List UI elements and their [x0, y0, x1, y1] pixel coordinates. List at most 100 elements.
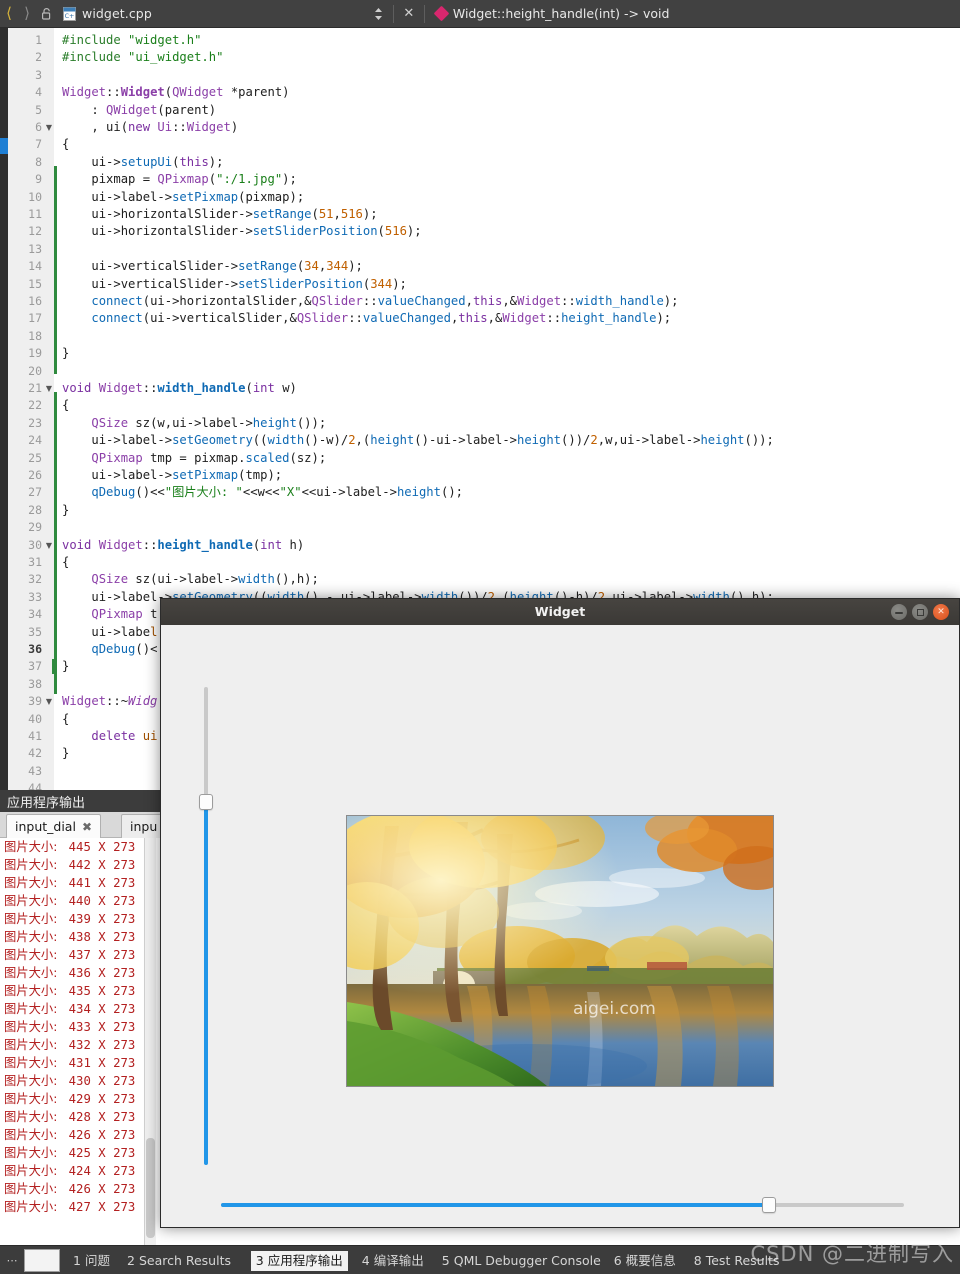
image-watermark: aigei.com: [573, 999, 656, 1019]
output-log-row: 图片大小: 438 X 273: [4, 928, 135, 946]
log-value: 424 X 273: [61, 1164, 136, 1178]
fold-toggle-icon[interactable]: ▼: [44, 537, 54, 554]
log-label: 图片大小:: [4, 1092, 62, 1106]
line-number: 15: [28, 276, 42, 291]
close-icon[interactable]: ✕: [933, 604, 949, 620]
status-item-number: 6: [613, 1253, 626, 1268]
current-symbol-label[interactable]: Widget::height_handle(int) -> void: [453, 6, 670, 21]
code-line: qDebug()<: [91, 642, 158, 656]
output-tab-input-dial[interactable]: input_dial ✖: [6, 814, 102, 838]
line-number: 8: [35, 154, 42, 169]
status-bar-item-概要信息[interactable]: 6 概要信息: [609, 1251, 681, 1271]
status-bar: ⋯ 1 问题 2 Search Results 3 应用程序输出 4 编译输出 5 QM…: [0, 1245, 960, 1274]
log-label: 图片大小:: [4, 1128, 62, 1142]
line-number: 16: [28, 294, 42, 308]
status-bar-item-test-results[interactable]: 8 Test Results: [689, 1251, 785, 1271]
log-label: 图片大小:: [4, 1056, 62, 1070]
output-log-row: 图片大小: 426 X 273: [4, 1126, 135, 1144]
line-number: 32: [28, 572, 42, 587]
horizontal-slider[interactable]: [221, 1197, 904, 1213]
log-value: 426 X 273: [61, 1128, 136, 1142]
widget-title-bar[interactable]: Widget ✕: [161, 599, 959, 626]
log-value: 433 X 273: [61, 1020, 136, 1034]
log-value: 438 X 273: [61, 930, 136, 944]
overflow-menu-icon[interactable]: ⋯: [2, 1250, 22, 1271]
status-bar-item-search-results[interactable]: 2 Search Results: [122, 1251, 236, 1271]
log-value: 429 X 273: [61, 1092, 136, 1106]
output-log-row: 图片大小: 434 X 273: [4, 1000, 135, 1018]
line-number: 23: [28, 415, 42, 430]
line-number: 1: [35, 33, 42, 47]
output-log-row: 图片大小: 441 X 273: [4, 874, 135, 892]
line-number: 44: [28, 781, 42, 790]
log-label: 图片大小:: [4, 966, 62, 980]
horizontal-slider-handle[interactable]: [762, 1197, 776, 1213]
code-line: QPixmap tmp = pixmap.scaled(sz);: [91, 450, 327, 465]
status-item-number: 3: [255, 1253, 268, 1268]
status-item-number: 8: [693, 1253, 706, 1268]
line-number: 27: [28, 485, 42, 500]
back-icon[interactable]: ⟨: [0, 0, 18, 28]
forward-icon[interactable]: ⟩: [18, 0, 36, 28]
fold-toggle-icon[interactable]: ▼: [44, 119, 54, 136]
widget-app-window[interactable]: Widget ✕ aigei.com: [160, 598, 960, 1228]
vertical-slider-handle[interactable]: [199, 794, 213, 810]
close-icon[interactable]: ✖: [82, 820, 92, 834]
status-bar-item-问题[interactable]: 1 问题: [68, 1251, 115, 1271]
line-number: 35: [28, 624, 42, 639]
svg-text:C+: C+: [64, 12, 74, 20]
open-file-name[interactable]: widget.cpp: [82, 6, 152, 21]
minimize-icon[interactable]: [891, 604, 907, 620]
scrollbar-thumb[interactable]: [146, 1138, 155, 1238]
code-line: ui->horizontalSlider->setRange(51,516);: [91, 207, 378, 221]
code-line: {: [62, 555, 70, 569]
status-item-label: 应用程序输出: [267, 1253, 343, 1268]
code-line: Widget::Widget(QWidget *parent): [62, 85, 290, 100]
maximize-icon[interactable]: [912, 604, 928, 620]
line-number: 12: [28, 224, 42, 239]
vertical-slider[interactable]: [199, 687, 213, 1165]
fold-toggle-icon[interactable]: ▼: [44, 693, 54, 710]
status-item-label: 问题: [84, 1253, 110, 1268]
line-number-gutter: 1 2 3 4 5 6 ▼ 7 8 9 10 11 12 13 14 15 16 17 18 19 20 21 ▼ 22 23 2…: [8, 28, 54, 790]
output-log-row: 图片大小: 432 X 273: [4, 1036, 135, 1054]
output-scrollbar[interactable]: [144, 838, 156, 1245]
log-value: 439 X 273: [61, 912, 136, 926]
log-label: 图片大小:: [4, 930, 62, 944]
status-bar-item-应用程序输出[interactable]: 3 应用程序输出: [250, 1251, 348, 1271]
output-log-row: 图片大小: 431 X 273: [4, 1054, 135, 1072]
code-line: ui->label->setGeometry((width()-w)/2,(he…: [91, 433, 774, 448]
log-label: 图片大小:: [4, 894, 62, 908]
log-value: 441 X 273: [61, 876, 136, 890]
status-item-label: Search Results: [138, 1253, 231, 1268]
status-item-label: QML Debugger Console: [453, 1253, 601, 1268]
line-number: 36: [28, 642, 42, 656]
close-icon[interactable]: ✕: [401, 6, 417, 21]
code-line: #include "ui_widget.h": [62, 50, 224, 65]
line-number: 2: [35, 50, 42, 65]
unlocked-icon[interactable]: [36, 0, 58, 28]
log-label: 图片大小:: [4, 1002, 62, 1016]
output-log-row: 图片大小: 440 X 273: [4, 892, 135, 910]
status-bar-item-编译输出[interactable]: 4 编译输出: [357, 1251, 429, 1271]
updown-arrows-icon[interactable]: [372, 0, 386, 28]
code-line: ui->label->setPixmap(tmp);: [91, 468, 283, 482]
code-line: QPixmap t: [91, 607, 158, 622]
code-line: delete ui: [91, 729, 158, 743]
fold-toggle-icon[interactable]: ▼: [44, 380, 54, 397]
text-caret: [52, 659, 54, 675]
line-number: 17: [28, 311, 42, 326]
line-number: 11: [28, 207, 42, 221]
code-line: pixmap = QPixmap(":/1.jpg");: [91, 172, 297, 187]
status-item-number: 5: [441, 1253, 454, 1268]
line-number: 37: [28, 659, 42, 674]
autumn-river-landscape-image: aigei.com: [347, 816, 773, 1086]
status-bar-item-qml-debugger-console[interactable]: 5 QML Debugger Console: [437, 1251, 606, 1271]
output-log-row: 图片大小: 442 X 273: [4, 856, 135, 874]
log-label: 图片大小:: [4, 1038, 62, 1052]
output-log-row: 图片大小: 439 X 273: [4, 910, 135, 928]
log-value: 425 X 273: [61, 1146, 136, 1160]
line-number: 18: [28, 328, 42, 343]
log-value: 440 X 273: [61, 894, 136, 908]
log-value: 445 X 273: [61, 840, 136, 854]
